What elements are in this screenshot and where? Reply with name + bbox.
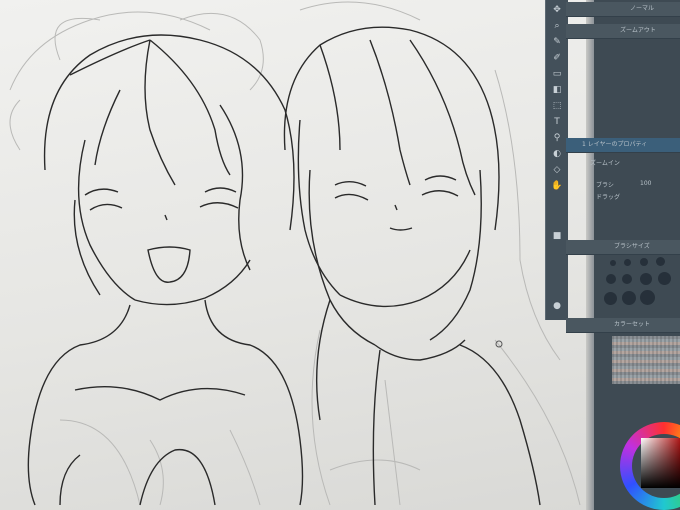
- color-set-title: カラーセット: [614, 321, 651, 328]
- drag-label: ドラッグ: [596, 194, 621, 201]
- brush-size-header[interactable]: ブラシサイズ: [566, 240, 680, 255]
- navigator-tab-label: ノーマル: [630, 5, 655, 12]
- figure-icon[interactable]: ◇: [551, 164, 563, 176]
- brush-size-option[interactable]: [606, 274, 616, 284]
- lineart-drawing: [9, 1, 581, 506]
- brush-size-option[interactable]: [610, 260, 616, 266]
- color-icon[interactable]: ●: [551, 300, 563, 312]
- zoom-out-row[interactable]: ズームアウト: [566, 24, 680, 39]
- brush-size-option[interactable]: [624, 259, 631, 266]
- brush-size-option[interactable]: [640, 258, 648, 266]
- color-set-header[interactable]: カラーセット: [566, 318, 680, 333]
- brush-size-option[interactable]: [656, 257, 665, 266]
- canvas-edge: [586, 0, 594, 510]
- tool-palette: ✥ ⌕ ✎ ✐ ▭ ◧ ⬚ T ⚲ ◐ ◇ ✋ ■ ●: [545, 0, 568, 320]
- brush-size-option[interactable]: [604, 292, 617, 305]
- eyedropper-icon[interactable]: ⚲: [551, 132, 563, 144]
- text-icon[interactable]: T: [551, 116, 563, 128]
- brush-size-option[interactable]: [622, 274, 632, 284]
- brush-size-option[interactable]: [640, 273, 652, 285]
- eraser-icon[interactable]: ▭: [551, 68, 563, 80]
- fill-icon[interactable]: ◧: [551, 84, 563, 96]
- zoom-out-label: ズームアウト: [620, 27, 656, 34]
- layer-properties-header[interactable]: 1 レイヤーのプロパティ: [566, 138, 680, 153]
- layer-properties-title: 1 レイヤーのプロパティ: [582, 141, 648, 148]
- brush-size-title: ブラシサイズ: [614, 243, 650, 250]
- brush-icon[interactable]: ✐: [551, 52, 563, 64]
- zoom-icon[interactable]: ⌕: [551, 20, 563, 32]
- move-icon[interactable]: ✥: [551, 4, 563, 16]
- color-set-palette[interactable]: [612, 336, 680, 384]
- brush-label: ブラシ: [596, 182, 614, 189]
- drawing-canvas[interactable]: [0, 0, 592, 510]
- brush-size-option[interactable]: [640, 290, 655, 305]
- gradient-icon[interactable]: ◐: [551, 148, 563, 160]
- swatch-main-icon[interactable]: ■: [551, 230, 563, 242]
- hand-icon[interactable]: ✋: [551, 180, 563, 192]
- character-left: [27, 34, 304, 506]
- navigator-tab[interactable]: ノーマル: [566, 2, 680, 17]
- select-icon[interactable]: ⬚: [551, 100, 563, 112]
- saturation-value-square[interactable]: [641, 438, 680, 488]
- pen-icon[interactable]: ✎: [551, 36, 563, 48]
- character-right: [283, 26, 541, 506]
- zoom-in-label: ズームイン: [590, 160, 620, 167]
- brush-size-option[interactable]: [658, 272, 671, 285]
- brush-size-option[interactable]: [622, 291, 636, 305]
- brush-cursor: [495, 340, 503, 348]
- opacity-value[interactable]: 100: [640, 180, 651, 187]
